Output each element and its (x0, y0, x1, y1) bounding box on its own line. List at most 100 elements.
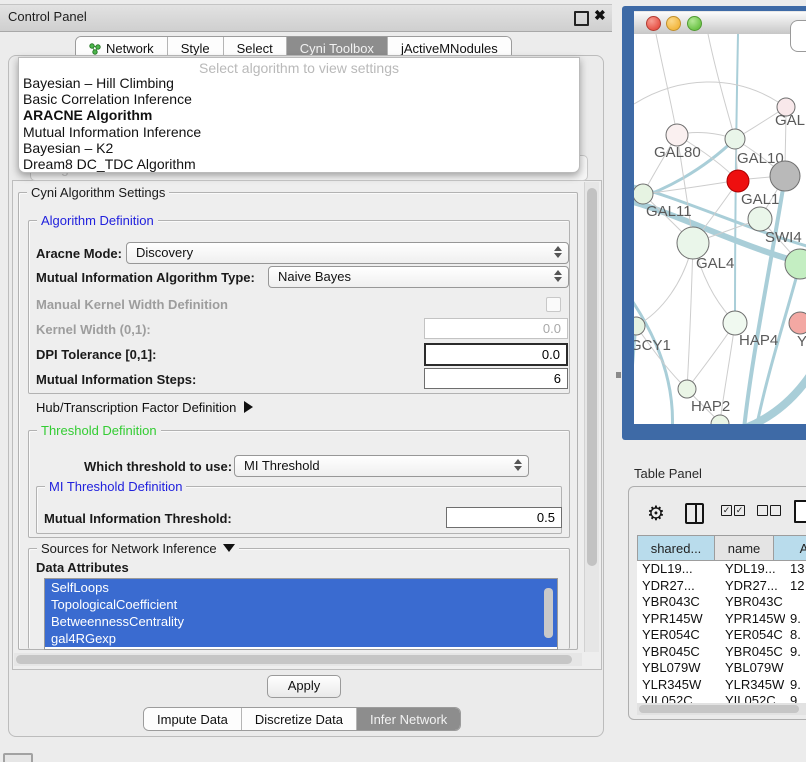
network-node-gal80[interactable] (666, 124, 688, 146)
table-panel-title: Table Panel (634, 466, 702, 481)
mi-threshold-field[interactable]: 0.5 (446, 507, 562, 528)
scrollbar-thumb[interactable] (639, 705, 799, 713)
node-label-swi4: SWI4 (765, 229, 802, 246)
network-node-swi4[interactable] (748, 207, 772, 231)
tab-impute-data[interactable]: Impute Data (144, 708, 242, 730)
table-row[interactable]: YPR145WYPR145W9. (637, 611, 806, 628)
algorithm-option-dream8-dc-tdc-algorithm[interactable]: Dream8 DC_TDC Algorithm (19, 156, 579, 172)
table-cell: YDR27... (637, 578, 720, 595)
aracne-mode-combo[interactable]: Discovery (126, 242, 569, 264)
table-row[interactable]: YIL052CYIL052C9 (637, 693, 806, 703)
show-columns-icon[interactable] (685, 503, 704, 524)
table-cell: 8. (785, 627, 806, 644)
algorithm-option-basic-correlation-inference[interactable]: Basic Correlation Inference (19, 91, 579, 107)
close-window-icon[interactable] (646, 16, 661, 31)
network-edge[interactable] (708, 34, 735, 139)
network-edge[interactable] (687, 243, 693, 389)
column-header-shared-[interactable]: shared... (637, 535, 715, 561)
kernel-width-field[interactable]: 0.0 (424, 318, 568, 339)
control-panel-title: Control Panel (8, 9, 87, 24)
tab-discretize-data[interactable]: Discretize Data (242, 708, 357, 730)
node-label-gal4: GAL4 (696, 255, 734, 272)
network-node-gal11[interactable] (634, 184, 653, 204)
algorithm-option-bayesian-k2[interactable]: Bayesian – K2 (19, 140, 579, 156)
deselect-all-icon2[interactable] (770, 505, 781, 516)
algorithm-option-aracne-algorithm[interactable]: ARACNE Algorithm (19, 107, 579, 123)
table-cell (785, 594, 806, 611)
settings-vertical-scrollbar[interactable] (584, 182, 599, 652)
dpi-tolerance-field[interactable]: 0.0 (424, 343, 568, 366)
minimized-panel-chip[interactable] (3, 753, 33, 762)
table-row[interactable]: YER054CYER054C8. (637, 627, 806, 644)
stepper-icon (554, 246, 562, 258)
bottom-tab-bar: Impute DataDiscretize DataInfer Network (143, 707, 461, 731)
table-cell: YPR145W (720, 611, 785, 628)
network-edge[interactable] (748, 177, 770, 179)
column-header-name[interactable]: name (715, 535, 774, 561)
network-node[interactable] (770, 161, 800, 191)
apply-button[interactable]: Apply (267, 675, 341, 698)
manual-kernel-checkbox[interactable] (546, 297, 561, 312)
network-window-titlebar[interactable] (634, 11, 806, 35)
table-row[interactable]: YBL079WYBL079W (637, 660, 806, 677)
sources-toggle[interactable]: Sources for Network Inference (37, 541, 239, 556)
scrollbar-thumb[interactable] (16, 655, 572, 664)
column-header-a[interactable]: A (774, 535, 806, 561)
data-attributes-list[interactable]: SelfLoopsTopologicalCoefficientBetweenne… (44, 578, 558, 650)
float-panel-icon[interactable] (574, 11, 589, 26)
network-node[interactable] (785, 249, 806, 279)
gear-icon[interactable]: ⚙ (647, 501, 665, 526)
select-all-icon2[interactable]: ✓ (734, 505, 745, 516)
table-row[interactable]: YBR045CYBR045C9. (637, 644, 806, 661)
table-row[interactable]: YLR345WYLR345W9. (637, 677, 806, 694)
table-panel: ⚙ ✓ ✓ shared...nameA YDL19...YDL19...13Y… (628, 486, 806, 720)
network-node-y[interactable] (789, 312, 806, 334)
attribute-item-topologicalcoefficient[interactable]: TopologicalCoefficient (45, 596, 557, 613)
splitter-handle[interactable] (616, 372, 621, 378)
network-canvas[interactable]: GALGAL80GAL10GAL1GAL11SWI4GAL4GCY1HAP4YH… (634, 34, 806, 424)
network-edge[interactable] (656, 34, 677, 135)
node-label-y: Y (797, 333, 806, 350)
attribute-item-selfloops[interactable]: SelfLoops (45, 579, 557, 596)
settings-horizontal-scrollbar[interactable] (14, 653, 582, 666)
attribute-item-gal4rgexp[interactable]: gal4RGexp (45, 630, 557, 647)
kernel-width-label: Kernel Width (0,1): (36, 322, 151, 337)
network-node-hap2[interactable] (678, 380, 696, 398)
which-threshold-value: MI Threshold (244, 458, 320, 473)
mi-type-combo[interactable]: Naive Bayes (268, 266, 569, 288)
mi-steps-label: Mutual Information Steps: (36, 372, 196, 387)
tab-infer-network[interactable]: Infer Network (357, 708, 460, 730)
list-scrollbar-thumb[interactable] (544, 588, 553, 638)
network-edge[interactable] (634, 82, 778, 104)
table-row[interactable]: YDR27...YDR27...12 (637, 578, 806, 595)
manual-kernel-label: Manual Kernel Width Definition (36, 297, 228, 312)
table-row[interactable]: YDL19...YDL19...13 (637, 561, 806, 578)
network-edge[interactable] (718, 366, 806, 424)
network-node-gal10[interactable] (725, 129, 745, 149)
table-cell: YBR043C (637, 594, 720, 611)
select-all-icon[interactable]: ✓ (721, 505, 732, 516)
app-screen: Control Panel ✖ NetworkStyleSelectCyni T… (0, 0, 806, 762)
close-panel-icon[interactable]: ✖ (594, 7, 606, 24)
algorithm-option-bayesian-hill-climbing[interactable]: Bayesian – Hill Climbing (19, 75, 579, 91)
table-cell: YIL052C (720, 693, 785, 703)
network-edge[interactable] (634, 292, 673, 424)
which-threshold-combo[interactable]: MI Threshold (234, 455, 529, 477)
table-cell: 9 (785, 693, 806, 703)
network-node-gal1[interactable] (727, 170, 749, 192)
export-table-icon[interactable] (794, 500, 806, 523)
algorithm-option-mutual-information-inference[interactable]: Mutual Information Inference (19, 124, 579, 140)
deselect-all-icon[interactable] (757, 505, 768, 516)
zoom-window-icon[interactable] (687, 16, 702, 31)
table-row[interactable]: YBR043CYBR043C (637, 594, 806, 611)
table-horizontal-scrollbar[interactable] (637, 703, 806, 715)
minimize-window-icon[interactable] (666, 16, 681, 31)
group-title: Threshold Definition (37, 423, 161, 438)
scrollbar-thumb[interactable] (587, 188, 597, 566)
mi-steps-field[interactable]: 6 (424, 368, 568, 389)
table-cell: YDL19... (720, 561, 785, 578)
algorithm-dropdown: Select algorithm to view settings Bayesi… (18, 57, 580, 173)
attribute-item-betweennesscentrality[interactable]: BetweennessCentrality (45, 613, 557, 630)
node-label-hap4: HAP4 (739, 332, 778, 349)
hub-definition-toggle[interactable]: Hub/Transcription Factor Definition (36, 400, 253, 415)
